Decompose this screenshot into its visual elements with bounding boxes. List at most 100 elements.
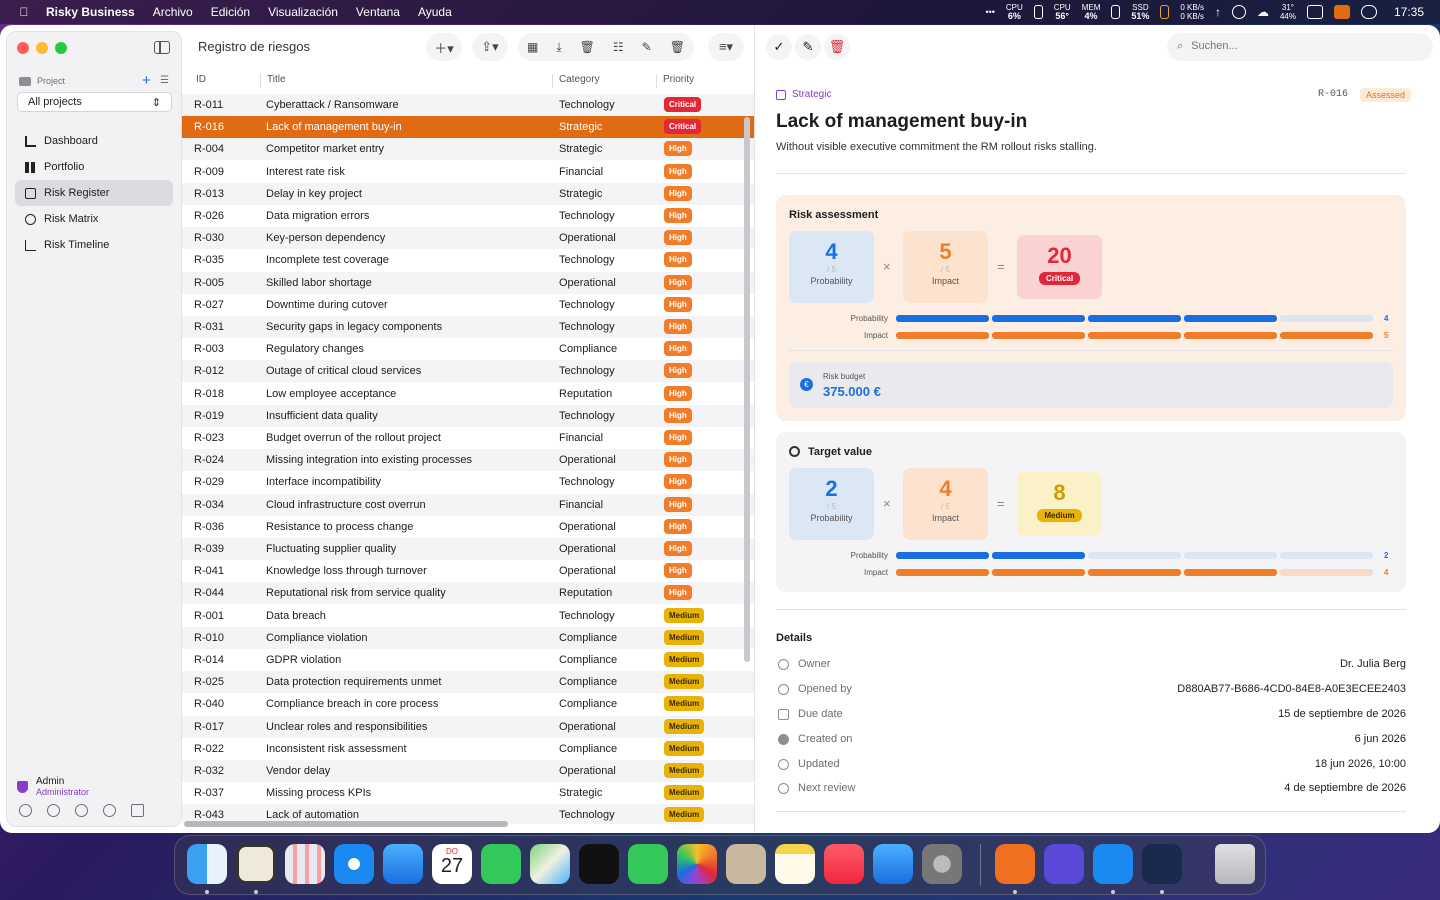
system-settings-app-icon[interactable] bbox=[922, 844, 962, 884]
close-window-button[interactable] bbox=[17, 42, 29, 54]
delete-icon[interactable]: 🗑 bbox=[670, 40, 685, 54]
gear-icon[interactable] bbox=[75, 804, 88, 817]
textastic-app-icon[interactable] bbox=[236, 844, 276, 884]
network-stat[interactable]: 0 KB/s 0 KB/s bbox=[1180, 3, 1204, 21]
calendar-menu-icon[interactable] bbox=[1333, 5, 1350, 19]
rewind-app-icon[interactable] bbox=[995, 844, 1035, 884]
tv-app-icon[interactable] bbox=[579, 844, 619, 884]
nav-risk-register[interactable]: Risk Register bbox=[15, 180, 173, 206]
current-user[interactable]: Admin Administrator bbox=[17, 776, 89, 797]
checkmark-icon[interactable]: ✓ bbox=[766, 34, 792, 60]
ssd-stat[interactable]: SSD 51% bbox=[1131, 3, 1149, 21]
table-row[interactable]: R-010 Compliance violation Compliance Mediu… bbox=[182, 626, 754, 649]
compose-icon[interactable]: ✎ bbox=[642, 40, 652, 54]
table-row[interactable]: R-037 Missing process KPIs Strategic Medium bbox=[182, 782, 754, 804]
cpu-temp-stat[interactable]: CPU 56° bbox=[1054, 3, 1071, 21]
column-header-priority[interactable]: Priority bbox=[656, 74, 694, 88]
more-icon[interactable]: ••• bbox=[985, 7, 994, 17]
table-row[interactable]: R-025 Data protection requirements unmet C… bbox=[182, 671, 754, 694]
weather-icon[interactable]: ☁ bbox=[1257, 5, 1269, 19]
maps-app-icon[interactable] bbox=[530, 844, 570, 884]
menu-clock[interactable]: 17:35 bbox=[1394, 5, 1424, 19]
currency-icon[interactable] bbox=[47, 804, 60, 817]
table-row[interactable]: R-009 Interest rate risk Financial High bbox=[182, 161, 754, 183]
calendar-app-icon[interactable]: DO 27 bbox=[432, 844, 472, 884]
project-select[interactable]: All projects ⇕ bbox=[17, 92, 172, 112]
table-row[interactable]: R-005 Skilled labor shortage Operational Hi… bbox=[182, 271, 754, 294]
table-row[interactable]: R-026 Data migration errors Technology High bbox=[182, 205, 754, 227]
focus-icon[interactable] bbox=[1231, 5, 1246, 19]
menu-visualizacion[interactable]: Visualización bbox=[268, 5, 338, 19]
finder-app-icon[interactable] bbox=[187, 844, 227, 884]
contacts-app-icon[interactable] bbox=[726, 844, 766, 884]
nav-portfolio[interactable]: Portfolio bbox=[15, 154, 173, 180]
table-row[interactable]: R-017 Unclear roles and responsibilities O… bbox=[182, 715, 754, 738]
minimize-window-button[interactable] bbox=[36, 42, 48, 54]
table-row[interactable]: R-003 Regulatory changes Compliance High bbox=[182, 338, 754, 360]
trash-app-icon[interactable] bbox=[1215, 844, 1255, 884]
menu-archivo[interactable]: Archivo bbox=[153, 5, 193, 19]
table-row[interactable]: R-039 Fluctuating supplier quality Operati… bbox=[182, 538, 754, 560]
instruments-app-icon[interactable] bbox=[1142, 844, 1182, 884]
table-row[interactable]: R-027 Downtime during cutover Technology Hi… bbox=[182, 294, 754, 316]
table-row[interactable]: R-012 Outage of critical cloud services Te… bbox=[182, 360, 754, 383]
table-row[interactable]: R-023 Budget overrun of the rollout proje… bbox=[182, 427, 754, 449]
table-row[interactable]: R-024 Missing integration into existing p… bbox=[182, 449, 754, 472]
table-row[interactable]: R-034 Cloud infrastructure cost overrun Fi… bbox=[182, 493, 754, 516]
table-row[interactable]: R-022 Inconsistent risk assessment Complia… bbox=[182, 738, 754, 760]
menu-app-name[interactable]: Risky Business bbox=[46, 5, 135, 19]
cpu-usage-stat[interactable]: CPU 6% bbox=[1006, 3, 1023, 21]
table-row[interactable]: R-011 Cyberattack / Ransomware Technology C… bbox=[182, 94, 754, 116]
xcode-app-icon[interactable] bbox=[1093, 844, 1133, 884]
mail-app-icon[interactable] bbox=[383, 844, 423, 884]
linear-app-icon[interactable] bbox=[1044, 844, 1084, 884]
table-row[interactable]: R-044 Reputational risk from service qual… bbox=[182, 582, 754, 605]
messages-app-icon[interactable] bbox=[481, 844, 521, 884]
table-row[interactable]: R-032 Vendor delay Operational Medium bbox=[182, 760, 754, 782]
table-row[interactable]: R-041 Knowledge loss through turnover Oper… bbox=[182, 560, 754, 582]
trash-icon[interactable]: 🗑 bbox=[580, 40, 595, 54]
table-row[interactable]: R-004 Competitor market entry Strategic Hig… bbox=[182, 138, 754, 161]
table-columns-icon[interactable]: ▦ bbox=[527, 40, 538, 54]
table-row[interactable]: R-040 Compliance breach in core process Co… bbox=[182, 693, 754, 715]
table-row[interactable]: R-036 Resistance to process change Operati… bbox=[182, 516, 754, 538]
control-center-icon[interactable] bbox=[1360, 5, 1377, 19]
launchpad-app-icon[interactable] bbox=[285, 844, 325, 884]
table-row[interactable]: R-030 Key-person dependency Operational Hig… bbox=[182, 227, 754, 250]
music-app-icon[interactable] bbox=[824, 844, 864, 884]
pencil-icon[interactable]: ✎ bbox=[795, 34, 821, 60]
add-risk-button[interactable]: ＋▾ bbox=[426, 33, 462, 61]
share-button[interactable]: ⇪▾ bbox=[472, 33, 508, 61]
upload-arrow-icon[interactable]: ↑ bbox=[1215, 5, 1221, 19]
search-field[interactable]: ⌕ Suchen... bbox=[1167, 33, 1433, 61]
zoom-window-button[interactable] bbox=[55, 42, 67, 54]
help-icon[interactable] bbox=[103, 804, 116, 817]
table-row[interactable]: R-013 Delay in key project Strategic High bbox=[182, 182, 754, 205]
project-filter-icon[interactable]: ☰ bbox=[160, 75, 169, 86]
add-project-icon[interactable]: + bbox=[142, 72, 151, 89]
memory-stat[interactable]: MEM 4% bbox=[1082, 3, 1101, 21]
table-row[interactable]: R-018 Low employee acceptance Reputation Hi… bbox=[182, 383, 754, 405]
nav-dashboard[interactable]: Dashboard bbox=[15, 128, 173, 154]
table-row[interactable]: R-019 Insufficient data quality Technology… bbox=[182, 404, 754, 427]
trash-icon[interactable]: 🗑 bbox=[824, 34, 850, 60]
table-row[interactable]: R-029 Interface incompatibility Technology… bbox=[182, 471, 754, 493]
safari-app-icon[interactable] bbox=[334, 844, 374, 884]
logout-icon[interactable] bbox=[131, 804, 144, 817]
column-header-title[interactable]: Title bbox=[260, 74, 286, 88]
nav-risk-matrix[interactable]: Risk Matrix bbox=[15, 206, 173, 232]
horizontal-scrollbar[interactable] bbox=[184, 821, 508, 827]
weather-stat[interactable]: 31° 44% bbox=[1280, 3, 1296, 21]
sidebar-toggle-icon[interactable] bbox=[154, 41, 170, 54]
vertical-scrollbar[interactable] bbox=[744, 117, 750, 662]
column-header-category[interactable]: Category bbox=[552, 74, 600, 88]
menu-edicion[interactable]: Edición bbox=[211, 5, 250, 19]
table-row[interactable]: R-016 Lack of management buy-in Strategic C… bbox=[182, 116, 754, 139]
menu-ayuda[interactable]: Ayuda bbox=[418, 5, 452, 19]
photos-app-icon[interactable] bbox=[677, 844, 717, 884]
screen-mirroring-icon[interactable] bbox=[1306, 5, 1323, 19]
filter-menu-button[interactable]: ≡▾ bbox=[708, 33, 744, 61]
users-icon[interactable] bbox=[19, 804, 32, 817]
facetime-app-icon[interactable] bbox=[628, 844, 668, 884]
apple-menu-icon[interactable]:  bbox=[16, 5, 32, 19]
